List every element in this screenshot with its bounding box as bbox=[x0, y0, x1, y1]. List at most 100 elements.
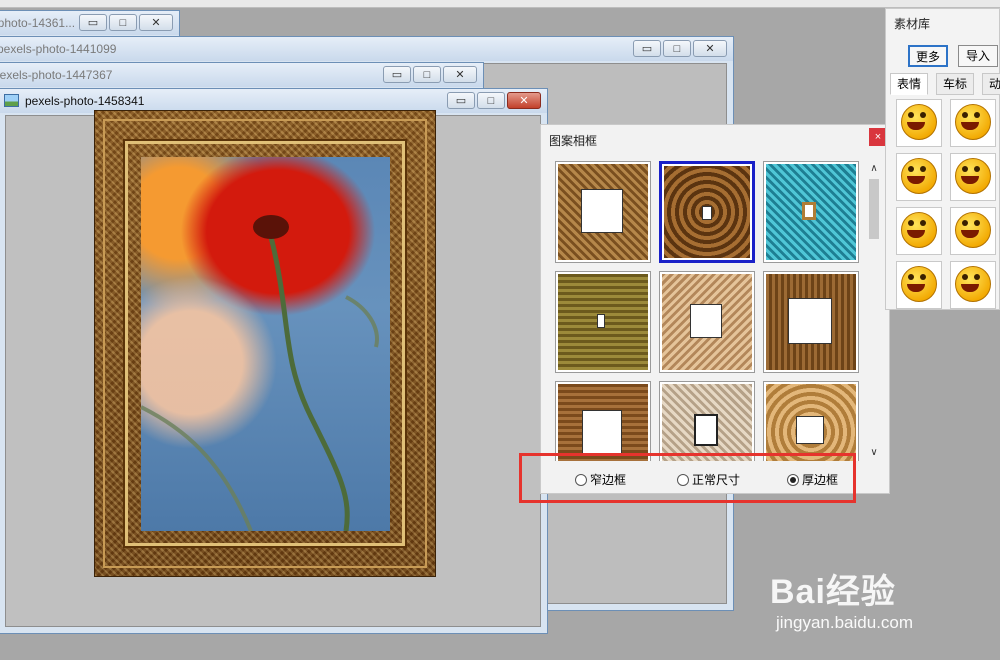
window-titlebar[interactable]: pexels-photo-14361... ▭ □ ✕ bbox=[0, 11, 179, 35]
frame-picker-panel: 图案相框 × ∧ ∨ 窄边框 正常尺寸 厚边框 bbox=[540, 124, 890, 494]
maximize-icon: □ bbox=[487, 95, 495, 107]
frame-thumb-5[interactable] bbox=[659, 271, 755, 373]
close-icon: ✕ bbox=[151, 17, 161, 29]
emoji-item[interactable] bbox=[950, 207, 996, 255]
close-button[interactable]: ✕ bbox=[139, 14, 173, 31]
frame-thumb-9[interactable] bbox=[763, 381, 859, 461]
frame-thumb-2-selected[interactable] bbox=[659, 161, 755, 263]
panel-title: 图案相框 bbox=[549, 134, 598, 148]
frame-thumb-hole bbox=[597, 314, 605, 328]
emoji-item[interactable] bbox=[896, 207, 942, 255]
emoji-item[interactable] bbox=[950, 261, 996, 309]
emoji-eye bbox=[974, 274, 980, 280]
emoji-eye bbox=[974, 220, 980, 226]
frame-thumb-hole bbox=[694, 414, 718, 446]
frame-thumb-8[interactable] bbox=[659, 381, 755, 461]
frame-thumb-6[interactable] bbox=[763, 271, 859, 373]
window-titlebar[interactable]: pexels-photo-1441099 ▭ □ ✕ bbox=[0, 37, 733, 61]
frame-thumb-3[interactable] bbox=[763, 161, 859, 263]
emoji-eye bbox=[908, 112, 914, 118]
tab-animation[interactable]: 动 bbox=[982, 73, 1000, 95]
frame-thumb-hole bbox=[796, 416, 824, 444]
close-icon: ✕ bbox=[705, 43, 715, 55]
emoji-item[interactable] bbox=[896, 99, 942, 147]
window-controls: ▭ □ ✕ bbox=[383, 66, 477, 83]
frame-thumb-1[interactable] bbox=[555, 161, 651, 263]
window-titlebar[interactable]: pexels-photo-1447367 ▭ □ ✕ bbox=[0, 63, 483, 87]
scrollbar-thumb[interactable] bbox=[869, 179, 879, 239]
material-library-panel: 素材库 更多 导入 表情 车标 动 bbox=[885, 8, 1000, 310]
tab-emoji[interactable]: 表情 bbox=[890, 73, 929, 95]
emoji-grid bbox=[896, 99, 996, 309]
tab-car-logo[interactable]: 车标 bbox=[936, 73, 975, 95]
close-button[interactable]: ✕ bbox=[443, 66, 477, 83]
emoji-eye bbox=[974, 112, 980, 118]
close-button[interactable]: ✕ bbox=[693, 40, 727, 57]
window-title: pexels-photo-14361... bbox=[0, 16, 76, 30]
emoji-item[interactable] bbox=[950, 99, 996, 147]
library-tabs: 表情 车标 动 bbox=[890, 73, 1000, 95]
maximize-icon: □ bbox=[673, 43, 681, 55]
window-controls: ▭ □ ✕ bbox=[633, 40, 727, 57]
minimize-icon: ▭ bbox=[391, 69, 403, 81]
maximize-button[interactable]: □ bbox=[109, 14, 137, 31]
minimize-icon: ▭ bbox=[87, 17, 99, 29]
close-button[interactable]: ✕ bbox=[507, 92, 541, 109]
maximize-icon: □ bbox=[119, 17, 127, 29]
poppy-stem-drawing bbox=[141, 215, 379, 531]
emoji-eye bbox=[962, 220, 968, 226]
minimize-icon: ▭ bbox=[641, 43, 653, 55]
scroll-down-icon[interactable]: ∨ bbox=[867, 447, 881, 459]
window-controls: ▭ □ ✕ bbox=[447, 92, 541, 109]
scroll-up-icon[interactable]: ∧ bbox=[867, 163, 881, 175]
maximize-button[interactable]: □ bbox=[413, 66, 441, 83]
more-button[interactable]: 更多 bbox=[908, 45, 948, 67]
poppy-photo bbox=[141, 157, 390, 531]
maximize-button[interactable]: □ bbox=[477, 92, 505, 109]
top-strip bbox=[0, 0, 1000, 8]
emoji-eye bbox=[962, 274, 968, 280]
emoji-eye bbox=[920, 112, 926, 118]
frame-thumb-7[interactable] bbox=[555, 381, 651, 461]
ornate-frame bbox=[94, 110, 436, 577]
window-title: pexels-photo-1447367 bbox=[0, 68, 113, 82]
close-icon: ✕ bbox=[455, 69, 465, 81]
emoji-eye bbox=[974, 166, 980, 172]
frame-thumb-hole bbox=[788, 298, 832, 344]
frame-thumb-4[interactable] bbox=[555, 271, 651, 373]
emoji-eye bbox=[962, 166, 968, 172]
maximize-icon: □ bbox=[423, 69, 431, 81]
minimize-button[interactable]: ▭ bbox=[447, 92, 475, 109]
frame-thumb-hole bbox=[582, 410, 622, 454]
window-title: pexels-photo-1441099 bbox=[0, 42, 117, 56]
baidu-jingyan-watermark: Bai经验 jingyan.baidu.com bbox=[770, 564, 913, 633]
import-button[interactable]: 导入 bbox=[958, 45, 998, 67]
minimize-button[interactable]: ▭ bbox=[79, 14, 107, 31]
image-icon bbox=[4, 94, 19, 107]
emoji-eye bbox=[920, 166, 926, 172]
emoji-eye bbox=[908, 166, 914, 172]
close-icon: ✕ bbox=[519, 95, 529, 107]
watermark-site: jingyan.baidu.com bbox=[776, 613, 914, 632]
library-title: 素材库 bbox=[894, 17, 931, 31]
emoji-eye bbox=[908, 274, 914, 280]
window-title: pexels-photo-1458341 bbox=[25, 94, 145, 108]
highlight-box bbox=[519, 453, 856, 503]
frame-thumb-hole bbox=[702, 206, 712, 220]
emoji-item[interactable] bbox=[896, 261, 942, 309]
minimize-button[interactable]: ▭ bbox=[633, 40, 661, 57]
frame-thumb-hole bbox=[690, 304, 722, 338]
emoji-item[interactable] bbox=[950, 153, 996, 201]
frame-grid-scrollbar[interactable]: ∧ ∨ bbox=[867, 163, 881, 459]
emoji-item[interactable] bbox=[896, 153, 942, 201]
maximize-button[interactable]: □ bbox=[663, 40, 691, 57]
emoji-eye bbox=[920, 220, 926, 226]
emoji-eye bbox=[908, 220, 914, 226]
minimize-button[interactable]: ▭ bbox=[383, 66, 411, 83]
desktop: pexels-photo-14361... ▭ □ ✕ pexels-photo… bbox=[0, 0, 1000, 660]
frame-thumb-hole bbox=[581, 189, 623, 233]
watermark-brand: Bai经验 bbox=[770, 573, 896, 611]
window-controls: ▭ □ ✕ bbox=[79, 14, 173, 31]
minimize-icon: ▭ bbox=[455, 95, 467, 107]
frame-thumb-hole bbox=[802, 202, 816, 220]
